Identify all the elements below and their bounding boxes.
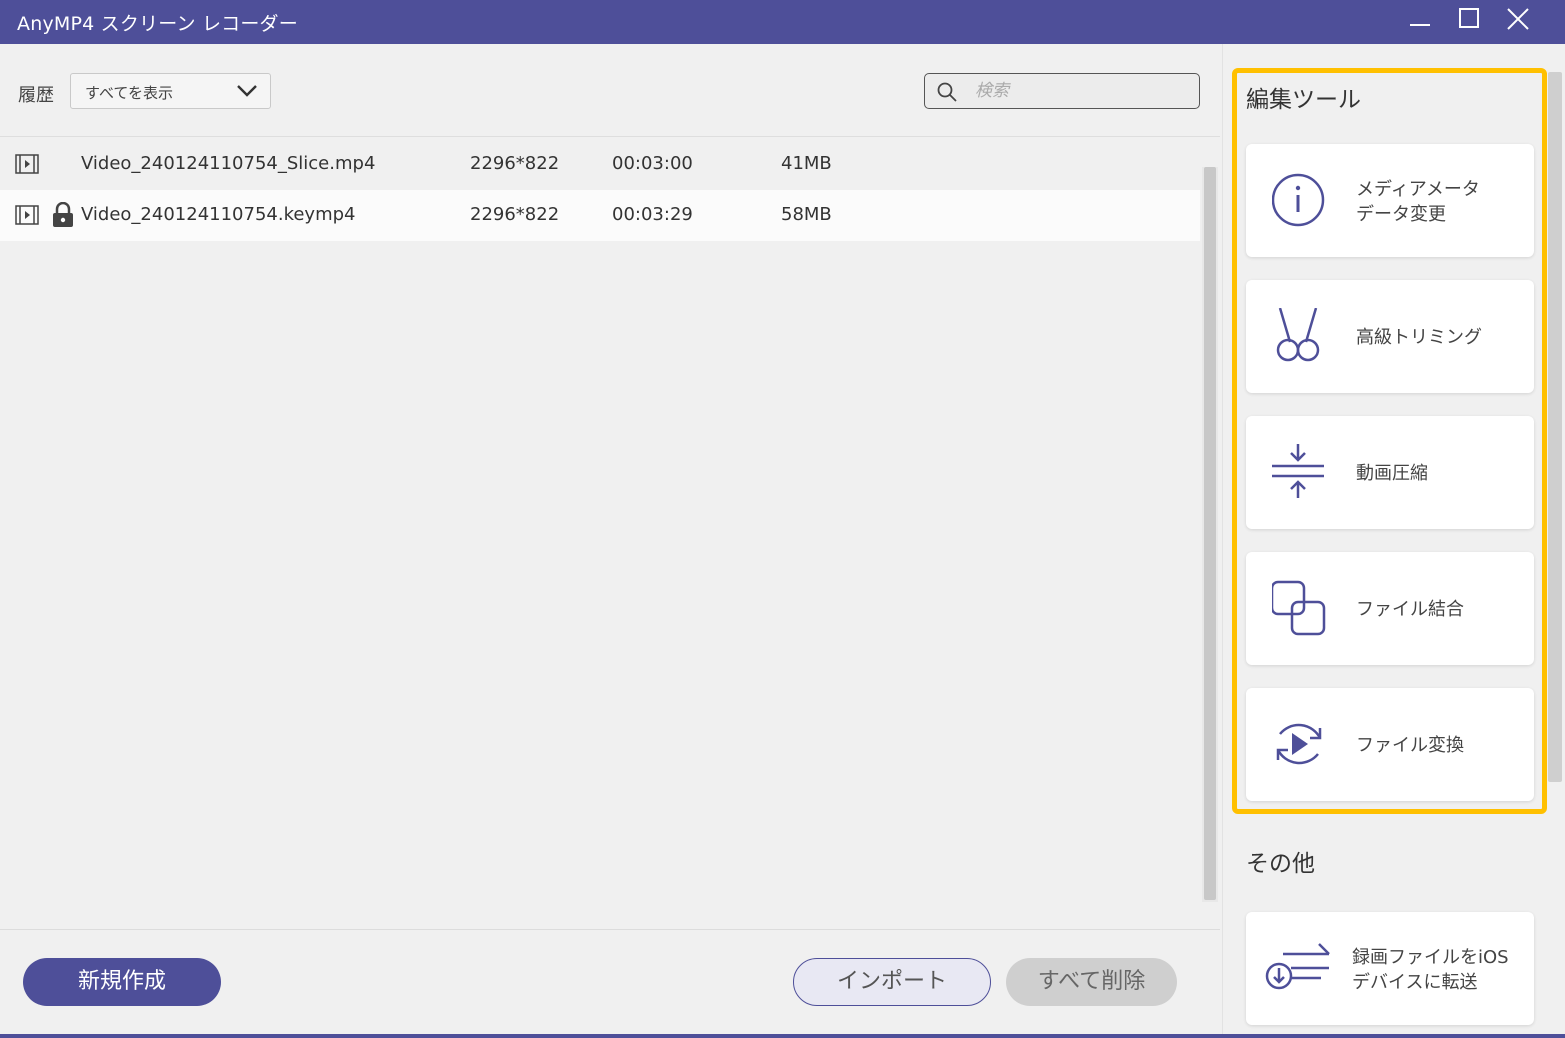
scissors-icon — [1276, 308, 1320, 362]
file-name: Video_240124110754_Slice.mp4 — [81, 153, 376, 174]
convert-icon — [1276, 723, 1322, 765]
window-bottom-border — [0, 1034, 1565, 1038]
list-divider — [0, 136, 1220, 137]
file-row[interactable]: Video_240124110754_Slice.mp4 2296*822 00… — [0, 139, 1200, 190]
tool-transfer-to-ios[interactable]: 録画ファイルをiOS デバイスに転送 — [1246, 912, 1534, 1025]
search-input[interactable] — [975, 80, 1185, 102]
tool-label: データ変更 — [1356, 204, 1446, 225]
list-scrollbar-thumb[interactable] — [1204, 167, 1216, 900]
history-panel: 履歴 すべてを表示 Video_240124110754_Slice.mp4 2… — [0, 44, 1220, 1038]
file-resolution: 2296*822 — [470, 153, 560, 174]
app-title: AnyMP4 スクリーン レコーダー — [17, 13, 298, 35]
tool-file-convert[interactable]: ファイル変換 — [1246, 688, 1534, 801]
tool-label: デバイスに転送 — [1352, 972, 1478, 993]
info-icon — [1272, 173, 1325, 227]
file-duration: 00:03:29 — [612, 204, 693, 225]
new-button[interactable]: 新規作成 — [23, 958, 221, 1006]
tool-label: 動画圧縮 — [1356, 463, 1428, 484]
close-button[interactable] — [1494, 0, 1542, 38]
merge-icon — [1272, 580, 1326, 636]
tools-scrollbar[interactable] — [1548, 72, 1562, 782]
tool-label: ファイル変換 — [1356, 735, 1464, 756]
compress-icon — [1272, 444, 1324, 498]
tool-file-merge[interactable]: ファイル結合 — [1246, 552, 1534, 665]
transfer-icon — [1265, 943, 1330, 990]
list-scrollbar[interactable] — [1202, 167, 1218, 902]
file-resolution: 2296*822 — [470, 204, 560, 225]
footer-divider — [0, 929, 1220, 930]
other-title: その他 — [1246, 851, 1315, 877]
tool-video-compress[interactable]: 動画圧縮 — [1246, 416, 1534, 529]
search-box[interactable] — [924, 73, 1200, 109]
tool-advanced-trimming[interactable]: 高級トリミング — [1246, 280, 1534, 393]
maximize-button[interactable] — [1445, 0, 1493, 38]
lock-icon — [53, 202, 73, 227]
video-file-icon — [15, 205, 39, 225]
video-file-icon — [15, 154, 39, 174]
file-name: Video_240124110754.keymp4 — [81, 204, 356, 225]
minimize-button[interactable] — [1396, 0, 1444, 38]
import-button[interactable]: インポート — [793, 958, 991, 1006]
search-icon — [937, 82, 957, 102]
edit-tools-title: 編集ツール — [1246, 87, 1361, 113]
tool-label: ファイル結合 — [1356, 599, 1464, 620]
history-label: 履歴 — [18, 85, 54, 106]
tool-label: メディアメータ — [1356, 179, 1480, 200]
delete-all-button[interactable]: すべて削除 — [1006, 958, 1177, 1006]
tool-media-metadata[interactable]: メディアメータ データ変更 — [1246, 144, 1534, 257]
file-duration: 00:03:00 — [612, 153, 693, 174]
tool-label: 高級トリミング — [1356, 327, 1482, 348]
close-icon — [1507, 8, 1529, 30]
file-size: 41MB — [781, 153, 832, 174]
filter-value: すべてを表示 — [85, 84, 174, 102]
file-row[interactable]: Video_240124110754.keymp4 2296*822 00:03… — [0, 190, 1200, 241]
minimize-icon — [1410, 24, 1430, 26]
maximize-icon — [1459, 8, 1479, 28]
chevron-down-icon — [237, 85, 257, 97]
tool-label: 録画ファイルをiOS — [1352, 947, 1509, 968]
title-bar: AnyMP4 スクリーン レコーダー — [0, 0, 1565, 44]
history-filter-select[interactable]: すべてを表示 — [70, 73, 271, 109]
tools-panel: 編集ツール メディアメータ データ変更 高級トリミング 動画圧縮 ファイル結合 … — [1222, 44, 1565, 1038]
file-size: 58MB — [781, 204, 832, 225]
